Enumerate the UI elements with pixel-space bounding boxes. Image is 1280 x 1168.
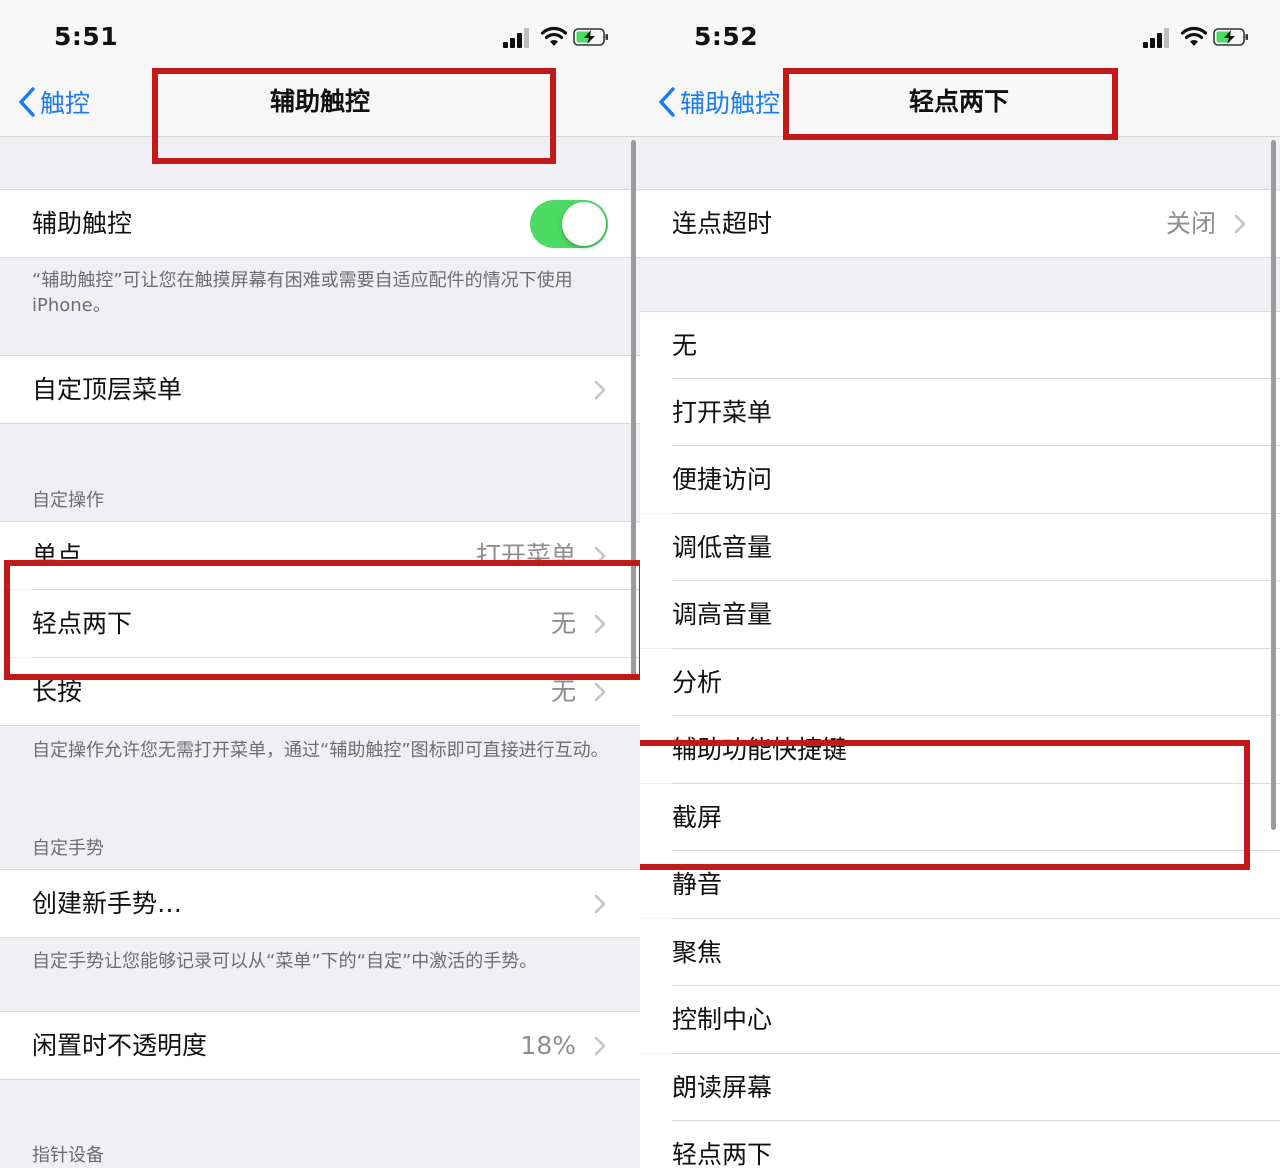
tap-timeout-label: 连点超时 <box>672 209 773 238</box>
action-label: 调高音量 <box>672 600 773 629</box>
action-option[interactable]: 控制中心 <box>640 986 1280 1053</box>
left-screen: 5:51 触控 辅助触控 辅助触控 “辅助触控”可让您在触摸屏幕有困难或需要自适… <box>0 0 640 1168</box>
cellular-signal-icon <box>503 28 537 48</box>
action-option[interactable]: 轻点两下 <box>640 1121 1280 1168</box>
scrollbar[interactable] <box>1271 140 1276 830</box>
action-option[interactable]: 聚焦 <box>640 919 1280 986</box>
assistive-touch-label: 辅助触控 <box>32 209 133 238</box>
action-option[interactable]: 分析 <box>640 649 1280 716</box>
customize-top-menu-row[interactable]: 自定顶层菜单 <box>0 356 640 423</box>
chevron-right-icon <box>1234 214 1246 234</box>
action-option[interactable]: 打开菜单 <box>640 379 1280 446</box>
chevron-right-icon <box>594 682 606 702</box>
idle-opacity-row[interactable]: 闲置时不透明度 18% <box>0 1012 640 1079</box>
highlight-box-title <box>152 68 556 164</box>
custom-gestures-footer: 自定手势让您能够记录可以从“菜单”下的“自定”中激活的手势。 <box>32 951 538 972</box>
action-label: 调低音量 <box>672 533 773 562</box>
action-label: 分析 <box>672 668 723 697</box>
status-time: 5:51 <box>54 22 119 51</box>
action-option[interactable]: 无 <box>640 312 1280 379</box>
idle-opacity-value: 18% <box>520 1031 576 1060</box>
action-option[interactable]: 朗读屏幕 <box>640 1054 1280 1121</box>
action-label: 无 <box>672 331 698 360</box>
action-label: 轻点两下 <box>672 1140 773 1168</box>
action-label: 控制中心 <box>672 1005 773 1034</box>
chevron-right-icon <box>594 380 606 400</box>
tap-timeout-row[interactable]: 连点超时 关闭 <box>640 190 1280 257</box>
assistive-touch-row: 辅助触控 <box>0 190 640 257</box>
action-label: 打开菜单 <box>672 398 773 427</box>
wifi-icon <box>540 26 568 46</box>
status-bar: 5:51 <box>0 0 640 70</box>
assistive-touch-footer: “辅助触控”可让您在触摸屏幕有困难或需要自适应配件的情况下使用iPhone。 <box>32 270 573 316</box>
action-label: 朗读屏幕 <box>672 1073 773 1102</box>
chevron-right-icon <box>594 894 606 914</box>
action-label: 聚焦 <box>672 938 723 967</box>
status-time: 5:52 <box>694 22 759 51</box>
chevron-right-icon <box>594 1036 606 1056</box>
highlight-box-screenshot <box>640 740 1250 870</box>
actions-list: 连点超时 关闭 无 打开菜单 便捷访问 调低音量 调高音量 分析 辅助功能快捷键… <box>640 137 1280 1168</box>
highlight-box-title <box>783 68 1118 140</box>
pointer-devices-header: 指针设备 <box>32 1145 104 1166</box>
status-bar: 5:52 <box>640 0 1280 70</box>
wifi-icon <box>1180 26 1208 46</box>
assistive-touch-switch[interactable] <box>530 200 608 248</box>
customize-top-menu-label: 自定顶层菜单 <box>32 375 183 404</box>
action-option[interactable]: 调低音量 <box>640 514 1280 581</box>
create-gesture-row[interactable]: 创建新手势… <box>0 870 640 937</box>
create-gesture-label: 创建新手势… <box>32 889 183 918</box>
action-option[interactable]: 调高音量 <box>640 581 1280 648</box>
battery-charging-icon <box>573 28 608 46</box>
tap-timeout-value: 关闭 <box>1165 209 1216 238</box>
custom-actions-header: 自定操作 <box>32 490 104 511</box>
right-screen: 5:52 辅助触控 轻点两下 连点超时 关闭 无 打开菜单 便捷访问 调低音量 … <box>640 0 1280 1168</box>
custom-actions-footer: 自定操作允许您无需打开菜单，通过“辅助触控”图标即可直接进行互动。 <box>32 740 609 761</box>
action-option[interactable]: 便捷访问 <box>640 446 1280 513</box>
cellular-signal-icon <box>1143 28 1177 48</box>
custom-gestures-header: 自定手势 <box>32 838 104 859</box>
battery-charging-icon <box>1213 28 1248 46</box>
highlight-box-double-tap <box>4 560 640 680</box>
idle-opacity-label: 闲置时不透明度 <box>32 1031 208 1060</box>
switch-knob <box>562 202 606 246</box>
action-label: 便捷访问 <box>672 465 773 494</box>
